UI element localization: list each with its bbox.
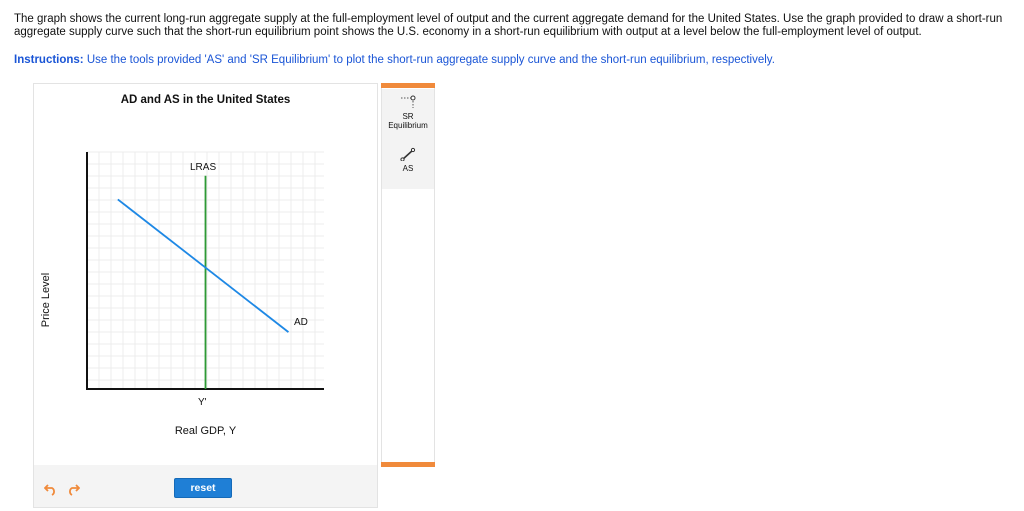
tool-palette-bottom-bar [381, 462, 435, 467]
instructions: Instructions: Use the tools provided 'AS… [14, 54, 1014, 67]
reset-button[interactable]: reset [174, 478, 232, 498]
redo-icon[interactable] [66, 482, 81, 496]
sr-tool-label-line2: Equilibrium [388, 121, 428, 130]
sr-tool-label-line1: SR [402, 112, 414, 121]
tool-palette-top-bar [381, 83, 435, 88]
tool-palette: SR Equilibrium AS [381, 83, 435, 467]
ad-curve [117, 198, 290, 333]
sr-equilibrium-tool-icon [401, 95, 416, 108]
undo-icon[interactable] [43, 482, 58, 496]
line-tool-icon [400, 147, 416, 161]
ad-curve-label: AD [294, 317, 308, 328]
x-axis-label: Real GDP, Y [174, 425, 237, 437]
as-tool-label: AS [402, 164, 414, 173]
instructions-label: Instructions: [14, 54, 84, 66]
graph-panel[interactable]: AD and AS in the United States Price Lev… [33, 83, 378, 508]
y-axis-label: Price Level [40, 272, 52, 328]
lras-curve-label: LRAS [190, 162, 217, 173]
question-text: The graph shows the current long-run agg… [14, 13, 1003, 38]
x-tick-label: Y' [198, 397, 207, 408]
instructions-text: Use the tools provided 'AS' and 'SR Equi… [83, 54, 775, 66]
graph-canvas[interactable] [34, 84, 377, 507]
sr-equilibrium-tool[interactable]: SR Equilibrium [382, 89, 434, 137]
as-tool[interactable]: AS [382, 137, 434, 189]
